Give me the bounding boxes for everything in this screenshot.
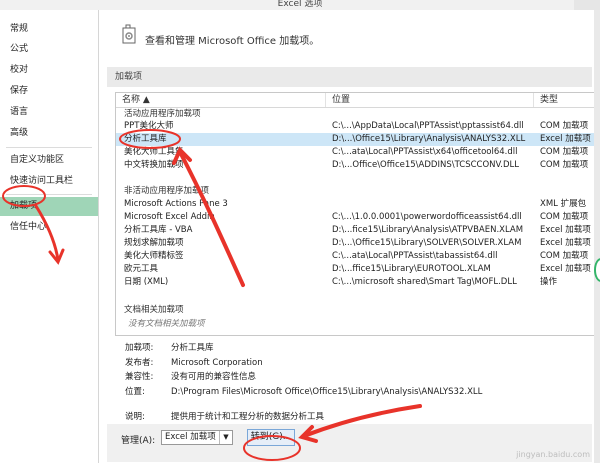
table-header: 名称 ▲ 位置 类型	[116, 93, 598, 108]
table-row[interactable]: 分析工具库 - VBA D:\...fice15\Library\Analysi…	[116, 224, 598, 237]
cell-type: COM 加载项	[540, 160, 589, 170]
right-edge-strip	[594, 10, 600, 463]
cell-type: COM 加载项	[540, 212, 589, 222]
detail-value: 分析工具库	[171, 343, 214, 353]
sidebar-item-language[interactable]: 语言	[0, 103, 98, 122]
sidebar-divider	[6, 147, 92, 148]
manage-select[interactable]: Excel 加载项 ▼	[161, 430, 233, 445]
page-title: 查看和管理 Microsoft Office 加载项。	[145, 36, 320, 47]
cell-type: XML 扩展包	[540, 199, 587, 209]
manage-select-value: Excel 加载项	[165, 432, 216, 442]
group-title-inactive: 非活动应用程序加载项	[124, 186, 210, 196]
cell-location: C:\...\AppData\Local\PPTAssist\pptassist…	[332, 121, 524, 131]
cell-name: 欧元工具	[124, 264, 159, 274]
detail-addin: 加载项: 分析工具库	[125, 341, 214, 353]
sidebar-item-trust-center[interactable]: 信任中心	[0, 218, 98, 237]
table-row[interactable]: Microsoft Actions Pane 3 XML 扩展包	[116, 198, 598, 211]
sidebar-item-general[interactable]: 常规	[0, 20, 98, 39]
table-row[interactable]: 日期 (XML) C:\...\microsoft shared\Smart T…	[116, 276, 598, 289]
cell-name: Microsoft Actions Pane 3	[124, 199, 228, 209]
table-row-selected[interactable]: 分析工具库 D:\...\Office15\Library\Analysis\A…	[116, 133, 598, 146]
cell-type: COM 加载项	[540, 251, 589, 261]
sidebar-item-quick-access[interactable]: 快速访问工具栏	[0, 172, 98, 191]
addins-table: 名称 ▲ 位置 类型 活动应用程序加载项 PPT美化大师 C:\...\AppD…	[115, 92, 599, 336]
cell-type: Excel 加载项	[540, 238, 591, 248]
table-row[interactable]: 美化大师工具集 C:\...ata\Local\PPTAssist\x64\of…	[116, 146, 598, 159]
detail-value: Microsoft Corporation	[171, 358, 263, 368]
table-row[interactable]: 规划求解加载项 D:\...\Office15\Library\SOLVER\S…	[116, 237, 598, 250]
cell-location: D:\...\Office15\Library\SOLVER\SOLVER.XL…	[332, 238, 522, 248]
table-row[interactable]: 中文转换加载项 D:\...Office\Office15\ADDINS\TCS…	[116, 159, 598, 172]
sidebar-item-save[interactable]: 保存	[0, 82, 98, 101]
column-header-type[interactable]: 类型	[534, 93, 598, 107]
detail-location: 位置: D:\Program Files\Microsoft Office\Off…	[125, 385, 482, 397]
cell-type: 操作	[540, 277, 558, 287]
detail-label: 加载项:	[125, 343, 154, 353]
sidebar-item-customize-ribbon[interactable]: 自定义功能区	[0, 151, 98, 170]
detail-value: D:\Program Files\Microsoft Office\Office…	[171, 387, 483, 397]
cell-name: 美化大师工具集	[124, 147, 184, 157]
table-row[interactable]: 欧元工具 D:\...ffice15\Library\EUROTOOL.XLAM…	[116, 263, 598, 276]
cell-name: 分析工具库 - VBA	[124, 225, 193, 235]
window-title: Excel 选项	[277, 0, 323, 9]
column-header-location[interactable]: 位置	[326, 93, 534, 107]
cell-name: 中文转换加载项	[124, 160, 184, 170]
detail-desc: 说明: 提供用于统计和工程分析的数据分析工具	[125, 410, 324, 422]
table-row[interactable]: 美化大师精标签 C:\...ata\Local\PPTAssist\tabass…	[116, 250, 598, 263]
sidebar-item-advanced[interactable]: 高级	[0, 124, 98, 143]
sidebar-item-formulas[interactable]: 公式	[0, 40, 98, 59]
section-header-addins: 加载项	[107, 67, 592, 87]
cell-name: PPT美化大师	[124, 121, 174, 131]
cell-name: Microsoft Excel Addin	[124, 212, 215, 222]
detail-label: 位置:	[125, 387, 145, 397]
cell-location: C:\...\microsoft shared\Smart Tag\MOFL.D…	[332, 277, 517, 287]
cell-location: C:\...ata\Local\PPTAssist\tabassist64.dl…	[332, 251, 498, 261]
cell-name: 日期 (XML)	[124, 277, 169, 287]
cell-type: Excel 加载项	[540, 134, 591, 144]
detail-label: 发布者:	[125, 358, 154, 368]
cell-name: 分析工具库	[124, 134, 167, 144]
detail-publisher: 发布者: Microsoft Corporation	[125, 356, 263, 368]
cell-location: C:\...\1.0.0.0001\powerwordofficeassist6…	[332, 212, 522, 222]
table-row[interactable]: PPT美化大师 C:\...\AppData\Local\PPTAssist\p…	[116, 120, 598, 133]
manage-label: 管理(A):	[121, 436, 156, 446]
cell-type: COM 加载项	[540, 121, 589, 131]
table-row[interactable]: Microsoft Excel Addin C:\...\1.0.0.0001\…	[116, 211, 598, 224]
group-title-document: 文档相关加载项	[124, 305, 184, 315]
addins-panel: 查看和管理 Microsoft Office 加载项。 加载项 名称 ▲ 位置 …	[99, 10, 600, 463]
cell-type: COM 加载项	[540, 147, 589, 157]
go-button[interactable]: 转到(G)...	[247, 429, 295, 446]
cell-type: Excel 加载项	[540, 225, 591, 235]
addin-gear-icon	[122, 24, 136, 44]
detail-label: 兼容性:	[125, 372, 154, 382]
detail-label: 说明:	[125, 412, 145, 422]
empty-note: 没有文档相关加载项	[128, 319, 205, 329]
sidebar-item-addins[interactable]: 加载项	[0, 197, 98, 216]
sidebar-item-proofing[interactable]: 校对	[0, 61, 98, 80]
cell-location: D:\...Office\Office15\ADDINS\TCSCCONV.DL…	[332, 160, 519, 170]
detail-value: 没有可用的兼容性信息	[171, 372, 257, 382]
cell-location: D:\...ffice15\Library\EUROTOOL.XLAM	[332, 264, 491, 274]
detail-compat: 兼容性: 没有可用的兼容性信息	[125, 370, 256, 382]
sidebar: 常规 公式 校对 保存 语言 高级 自定义功能区 快速访问工具栏 加载项 信任中…	[0, 10, 99, 463]
close-button[interactable]	[574, 0, 600, 10]
cell-location: D:\...fice15\Library\Analysis\ATPVBAEN.X…	[332, 225, 524, 235]
cell-type: Excel 加载项	[540, 264, 591, 274]
column-header-name[interactable]: 名称 ▲	[116, 93, 326, 107]
cell-name: 美化大师精标签	[124, 251, 184, 261]
window-titlebar: Excel 选项	[0, 0, 600, 10]
cell-name: 规划求解加载项	[124, 238, 184, 248]
watermark: jingyan.baidu.com	[516, 450, 590, 459]
cell-location: D:\...\Office15\Library\Analysis\ANALYS3…	[332, 134, 526, 144]
sidebar-divider	[6, 194, 92, 195]
cell-location: C:\...ata\Local\PPTAssist\x64\officetool…	[332, 147, 518, 157]
detail-value: 提供用于统计和工程分析的数据分析工具	[171, 412, 325, 422]
chevron-down-icon[interactable]: ▼	[219, 431, 232, 444]
